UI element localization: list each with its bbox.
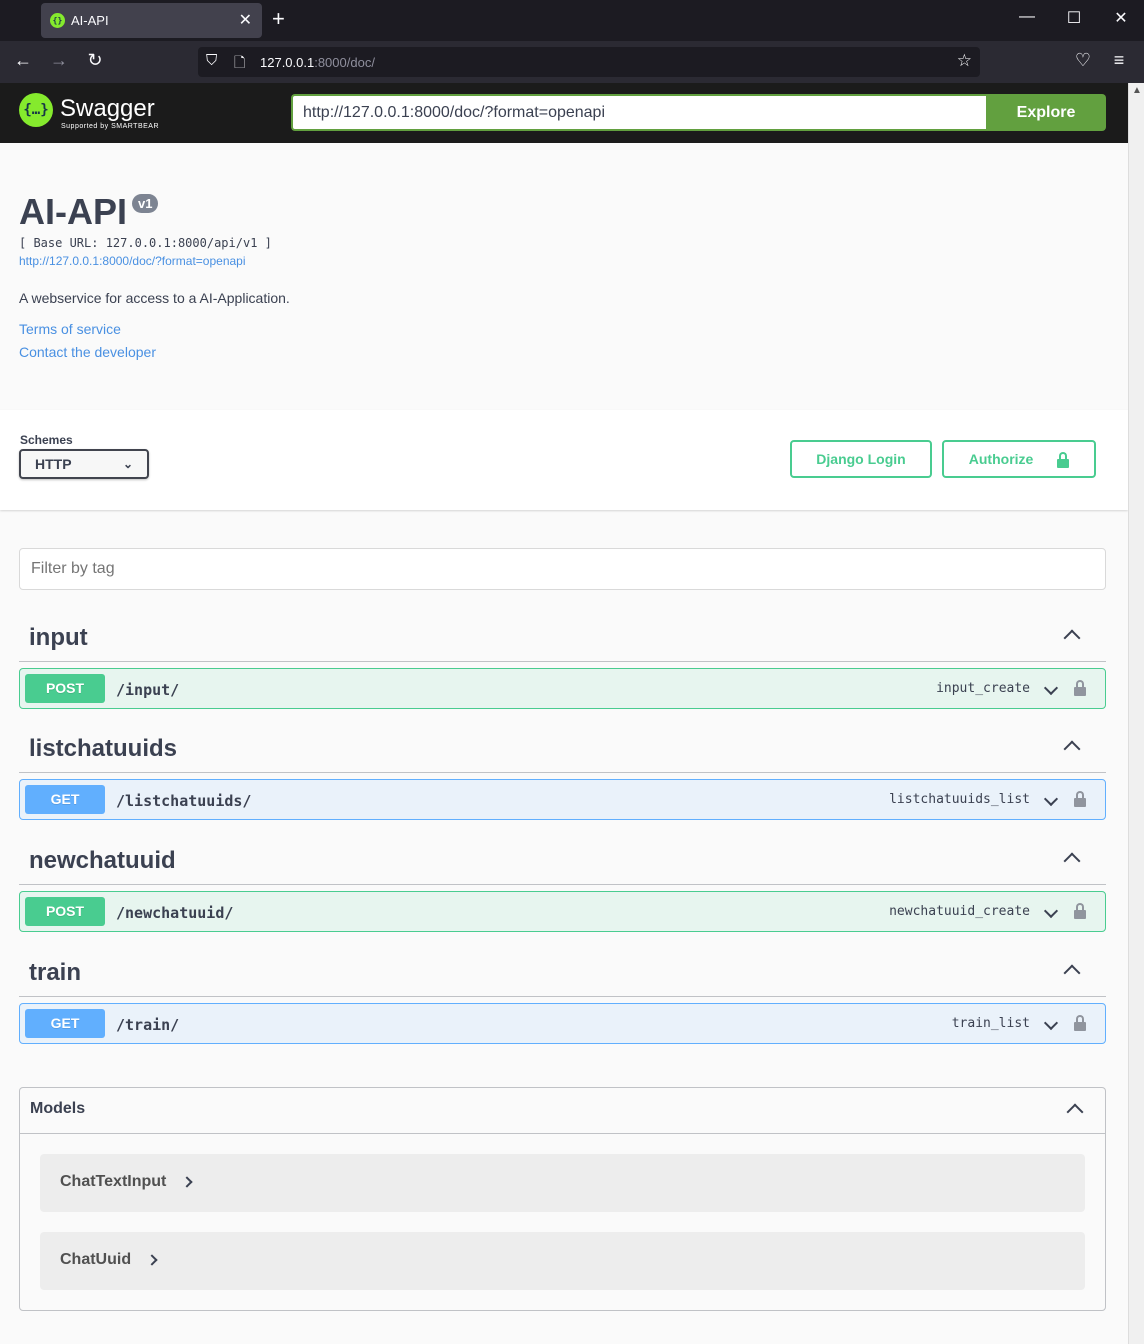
scheme-container: Schemes HTTP ⌄ Django Login Authorize (0, 410, 1128, 510)
base-url: [ Base URL: 127.0.0.1:8000/api/v1 ] (19, 236, 272, 250)
spec-url-input[interactable]: http://127.0.0.1:8000/doc/?format=openap… (291, 94, 986, 131)
chevron-up-icon[interactable] (1065, 1100, 1085, 1121)
operation-id: newchatuuid_create (889, 904, 1030, 919)
model-item[interactable]: ChatTextInput (40, 1154, 1085, 1212)
tag-name[interactable]: newchatuuid (29, 847, 176, 875)
tab-bar: {} AI-API ✕ + — ☐ ✕ (0, 0, 1144, 41)
close-window-icon[interactable]: ✕ (1106, 8, 1136, 28)
lock-icon[interactable] (1074, 679, 1086, 697)
forward-icon[interactable]: → (47, 50, 71, 71)
tag-section-input: input POST /input/ input_create (19, 610, 1106, 709)
schemes-label: Schemes (20, 433, 73, 447)
browser-tab[interactable]: {} AI-API ✕ (41, 3, 262, 38)
models-header[interactable]: Models (20, 1088, 1105, 1134)
back-icon[interactable]: ← (11, 50, 35, 71)
swagger-topbar: {…} Swagger Supported by SMARTBEAR http:… (0, 83, 1128, 143)
menu-icon[interactable]: ≡ (1107, 50, 1131, 71)
tag-header[interactable]: input (19, 610, 1106, 662)
method-badge: GET (25, 1009, 105, 1038)
operation-path: /newchatuuid/ (116, 904, 234, 922)
operation-block[interactable]: GET /train/ train_list (19, 1003, 1106, 1044)
tag-header[interactable]: train (19, 945, 1106, 997)
tag-section-newchatuuid: newchatuuid POST /newchatuuid/ newchatuu… (19, 833, 1106, 932)
tag-name[interactable]: listchatuuids (29, 735, 177, 763)
contact-developer-link[interactable]: Contact the developer (19, 344, 156, 360)
tag-name[interactable]: train (29, 959, 81, 987)
chevron-down-icon[interactable] (1042, 791, 1059, 809)
tab-title: AI-API (71, 13, 109, 28)
authorize-label: Authorize (968, 451, 1034, 467)
operation-block[interactable]: GET /listchatuuids/ listchatuuids_list (19, 779, 1106, 820)
maximize-icon[interactable]: ☐ (1059, 8, 1089, 28)
vertical-scrollbar[interactable]: ▲ (1128, 83, 1144, 1344)
shield-icon[interactable]: ⛉ (206, 52, 217, 69)
tag-section-train: train GET /train/ train_list (19, 945, 1106, 1044)
tag-section-listchatuuids: listchatuuids GET /listchatuuids/ listch… (19, 721, 1106, 820)
chevron-down-icon: ⌄ (122, 457, 133, 471)
chevron-down-icon[interactable] (1042, 1015, 1059, 1033)
tag-header[interactable]: newchatuuid (19, 833, 1106, 885)
chevron-up-icon[interactable] (1062, 849, 1082, 870)
model-name[interactable]: ChatTextInput (60, 1173, 166, 1191)
tag-header[interactable]: listchatuuids (19, 721, 1106, 773)
swagger-logo-icon[interactable]: {…} (19, 93, 53, 127)
scroll-up-arrow-icon[interactable]: ▲ (1132, 85, 1142, 96)
method-badge: POST (25, 674, 105, 703)
model-name[interactable]: ChatUuid (60, 1251, 131, 1269)
url-path: :8000/doc/ (314, 55, 375, 70)
minimize-icon[interactable]: — (1012, 8, 1042, 26)
schemes-selected-value: HTTP (35, 456, 72, 472)
method-badge: GET (25, 785, 105, 814)
url-host: 127.0.0.1 (260, 55, 315, 70)
chevron-down-icon[interactable] (1042, 903, 1059, 921)
operation-path: /train/ (116, 1016, 180, 1034)
navigation-bar: ← → ↻ ⛉ 🗋 127.0.0.1:8000/doc/ ☆ ♡ ≡ (0, 41, 1144, 83)
operation-block[interactable]: POST /input/ input_create (19, 668, 1106, 709)
reload-icon[interactable]: ↻ (83, 50, 107, 71)
new-tab-button[interactable]: + (272, 6, 285, 32)
page-icon: 🗋 (234, 54, 246, 70)
url-text[interactable]: 127.0.0.1:8000/doc/ (260, 55, 375, 70)
filter-by-tag-input[interactable]: Filter by tag (19, 548, 1106, 590)
page-viewport: {…} Swagger Supported by SMARTBEAR http:… (0, 83, 1128, 1344)
operation-block[interactable]: POST /newchatuuid/ newchatuuid_create (19, 891, 1106, 932)
django-login-button[interactable]: Django Login (790, 440, 932, 478)
tab-close-icon[interactable]: ✕ (239, 10, 252, 30)
browser-window: {} AI-API ✕ + — ☐ ✕ ← → ↻ ⛉ 🗋 127.0.0.1:… (0, 0, 1144, 1344)
chevron-up-icon[interactable] (1062, 961, 1082, 982)
operation-id: input_create (936, 681, 1030, 696)
tag-name[interactable]: input (29, 624, 88, 652)
swagger-logo-subtext: Supported by SMARTBEAR (61, 123, 160, 130)
authorize-button[interactable]: Authorize (942, 440, 1096, 478)
operation-path: /listchatuuids/ (116, 792, 252, 810)
lock-icon[interactable] (1074, 790, 1086, 808)
lock-icon[interactable] (1074, 902, 1086, 920)
swagger-logo-text[interactable]: Swagger (60, 95, 155, 123)
model-item[interactable]: ChatUuid (40, 1232, 1085, 1290)
version-badge: v1 (132, 194, 159, 213)
lock-icon[interactable] (1074, 1014, 1086, 1032)
spec-link[interactable]: http://127.0.0.1:8000/doc/?format=openap… (19, 254, 246, 268)
chevron-up-icon[interactable] (1062, 737, 1082, 758)
explore-button[interactable]: Explore (986, 94, 1106, 131)
url-bar[interactable]: ⛉ 🗋 127.0.0.1:8000/doc/ ☆ (198, 47, 980, 77)
models-title[interactable]: Models (30, 1100, 85, 1118)
chevron-right-icon[interactable] (146, 1254, 158, 1266)
bookmark-star-icon[interactable]: ☆ (957, 51, 972, 71)
operation-id: train_list (951, 1016, 1030, 1031)
pocket-icon[interactable]: ♡ (1071, 50, 1095, 71)
models-section: Models ChatTextInput ChatUuid (19, 1087, 1106, 1311)
lock-icon (1057, 452, 1070, 469)
method-badge: POST (25, 897, 105, 926)
chevron-right-icon[interactable] (181, 1176, 193, 1188)
swagger-favicon-icon: {} (50, 13, 65, 28)
schemes-select[interactable]: HTTP ⌄ (19, 449, 149, 479)
chevron-up-icon[interactable] (1062, 626, 1082, 647)
operation-path: /input/ (116, 681, 180, 699)
terms-of-service-link[interactable]: Terms of service (19, 321, 121, 337)
api-description: A webservice for access to a AI-Applicat… (19, 290, 290, 306)
api-title: AI-API (19, 191, 127, 232)
operation-id: listchatuuids_list (889, 792, 1030, 807)
chevron-down-icon[interactable] (1042, 680, 1059, 698)
